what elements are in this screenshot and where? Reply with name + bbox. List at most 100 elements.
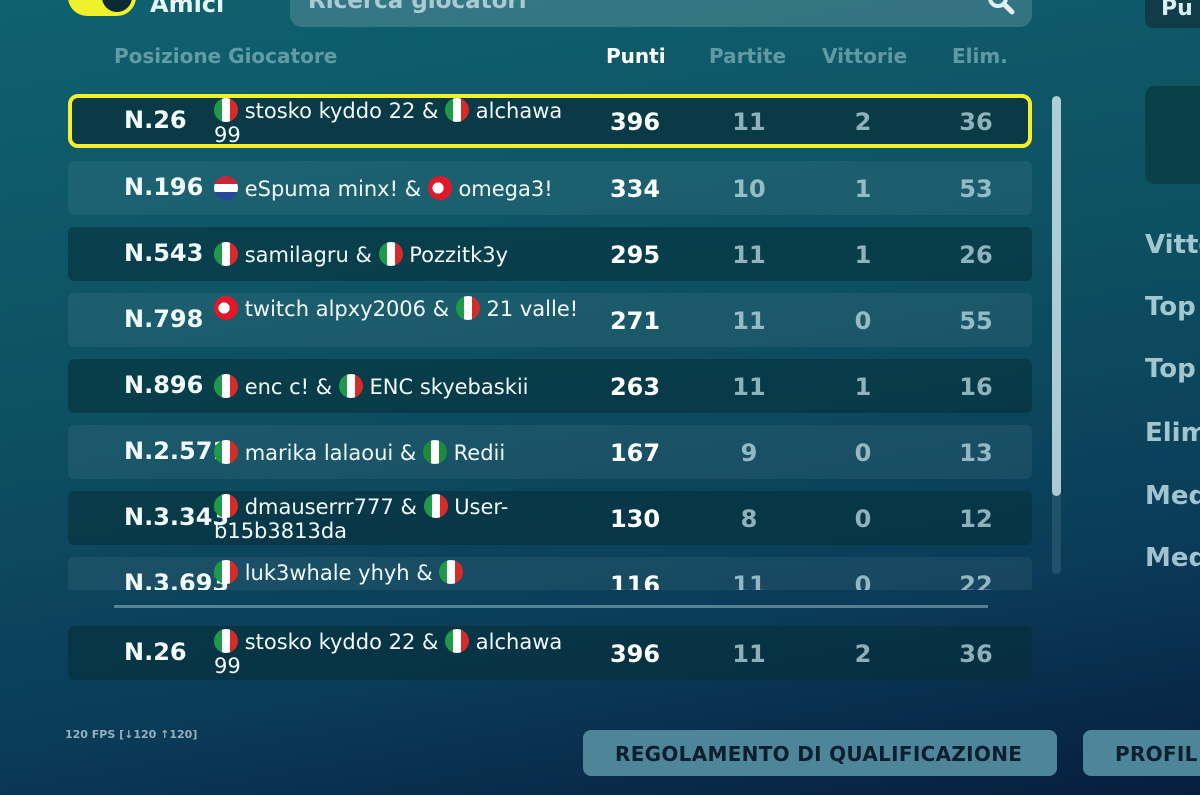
stat-label-avg: Med: [1145, 481, 1200, 511]
player-2-name[interactable]: omega3!: [458, 177, 552, 201]
row-points: 167: [609, 439, 661, 467]
row-players: stosko kyddo 22 & alchawa 99: [214, 98, 594, 147]
row-matches: 11: [732, 571, 766, 590]
italy-flag-icon: [445, 629, 470, 653]
leaderboard-row[interactable]: N.896 enc c! & ENC skyebaskii 263 11 1 1…: [68, 359, 1032, 413]
header-matches: Partite: [709, 44, 787, 68]
row-matches: 9: [740, 439, 758, 467]
row-rank: N.196: [124, 173, 204, 201]
turkey-flag-icon: [214, 296, 238, 320]
player-1-name[interactable]: samilagru: [245, 243, 349, 267]
row-rank: N.26: [124, 106, 187, 134]
row-elims: 55: [959, 307, 993, 335]
leaderboard-row-partial[interactable]: N.3.693 luk3whale yhyh & 116 11 0 22: [68, 557, 1032, 590]
search-icon[interactable]: [986, 0, 1016, 16]
netherlands-flag-icon: [214, 176, 238, 200]
row-elims: 12: [959, 505, 993, 533]
player-separator: &: [393, 441, 423, 465]
scrollbar-thumb[interactable]: [1052, 96, 1061, 496]
row-elims: 16: [959, 373, 993, 401]
italy-flag-icon: [439, 560, 464, 584]
player-2-name[interactable]: ENC skyebaskii: [370, 375, 529, 399]
player-1-name[interactable]: marika lalaoui: [245, 441, 394, 465]
italy-flag-icon: [338, 374, 363, 398]
stat-label-avg: Med: [1145, 543, 1200, 573]
player-2-name[interactable]: 21 valle!: [486, 297, 578, 321]
player-1-name[interactable]: eSpuma minx!: [245, 177, 398, 201]
row-rank: N.896: [124, 371, 204, 399]
row-players: stosko kyddo 22 & alchawa 99: [214, 629, 594, 678]
player-separator: &: [415, 630, 446, 654]
leaderboard-list[interactable]: N.26 stosko kyddo 22 & alchawa 99 396 11…: [68, 94, 1033, 590]
player-separator: &: [426, 297, 456, 321]
row-wins: 0: [854, 505, 872, 533]
toggle-knob: [102, 0, 132, 12]
row-points: 396: [609, 108, 661, 136]
player-1-name[interactable]: luk3whale yhyh: [245, 561, 410, 585]
row-wins: 0: [854, 439, 872, 467]
player-1-name[interactable]: stosko kyddo 22: [245, 630, 416, 654]
row-players: twitch alpxy2006 & 21 valle!: [214, 296, 594, 321]
qualification-rules-label: REGOLAMENTO DI QUALIFICAZIONE: [615, 742, 1023, 766]
italy-flag-icon: [214, 242, 238, 266]
leaderboard-row[interactable]: N.3.343 dmauserrr777 & User-b15b3813da 1…: [68, 491, 1032, 545]
row-matches: 11: [732, 108, 766, 136]
row-rank: N.798: [124, 305, 204, 333]
italy-flag-icon: [214, 98, 238, 122]
leaderboard-row[interactable]: N.543 samilagru & Pozzitk3y 295 11 1 26: [68, 227, 1032, 281]
row-matches: 10: [732, 175, 766, 203]
player-search-input[interactable]: Ricerca giocatori: [290, 0, 1032, 27]
leaderboard-row-selected[interactable]: N.26 stosko kyddo 22 & alchawa 99 396 11…: [68, 94, 1032, 148]
qualification-rules-button[interactable]: REGOLAMENTO DI QUALIFICAZIONE: [583, 730, 1057, 776]
header-eliminations: Elim.: [952, 44, 1008, 68]
row-players: enc c! & ENC skyebaskii: [214, 374, 594, 399]
row-players: luk3whale yhyh &: [214, 560, 594, 585]
profile-button[interactable]: PROFIL: [1083, 730, 1200, 776]
row-matches: 11: [732, 640, 766, 668]
row-matches: 11: [732, 373, 766, 401]
stat-label-elims: Elim: [1145, 418, 1200, 448]
player-1-name[interactable]: twitch alpxy2006: [245, 297, 426, 321]
nigeria-flag-icon: [422, 440, 447, 464]
player-1-name[interactable]: stosko kyddo 22: [245, 99, 416, 123]
leaderboard-scrollbar[interactable]: [1052, 96, 1061, 574]
header-position-player: Posizione Giocatore: [114, 44, 338, 68]
player-1-name[interactable]: dmauserrr777: [245, 495, 394, 519]
top-right-button[interactable]: Pu: [1145, 0, 1200, 28]
leaderboard-row[interactable]: N.196 eSpuma minx! & omega3! 334 10 1 53: [68, 161, 1032, 215]
row-wins: 1: [854, 241, 872, 269]
player-separator: &: [415, 99, 446, 123]
row-points: 263: [609, 373, 661, 401]
fps-counter: 120 FPS [↓120 ↑120]: [65, 728, 198, 741]
row-players: eSpuma minx! & omega3!: [214, 176, 594, 201]
friends-toggle[interactable]: [68, 0, 136, 16]
row-wins: 0: [854, 307, 872, 335]
row-elims: 22: [959, 571, 993, 590]
row-elims: 36: [959, 640, 993, 668]
italy-flag-icon: [214, 494, 238, 518]
row-wins: 1: [854, 175, 872, 203]
player-2-name[interactable]: Pozzitk3y: [409, 243, 508, 267]
italy-flag-icon: [214, 440, 238, 464]
row-elims: 53: [959, 175, 993, 203]
leaderboard-row[interactable]: N.798 twitch alpxy2006 & 21 valle! 271 1…: [68, 293, 1032, 347]
leaderboard-row[interactable]: N.2.571 marika lalaoui & Redii 167 9 0 1…: [68, 425, 1032, 479]
player-1-name[interactable]: enc c!: [245, 375, 309, 399]
row-points: 130: [609, 505, 661, 533]
row-wins: 0: [854, 571, 872, 590]
row-players: dmauserrr777 & User-b15b3813da: [214, 494, 594, 543]
italy-flag-icon: [445, 98, 470, 122]
italy-flag-icon: [378, 242, 403, 266]
own-rank-row[interactable]: N.26 stosko kyddo 22 & alchawa 99 396 11…: [68, 626, 1032, 680]
player-separator: &: [398, 177, 428, 201]
turkey-flag-icon: [427, 176, 452, 200]
row-wins: 2: [854, 108, 872, 136]
italy-flag-icon: [455, 296, 480, 320]
row-points: 396: [609, 640, 661, 668]
stat-label-top: Top: [1145, 354, 1196, 384]
row-points: 271: [609, 307, 661, 335]
row-elims: 13: [959, 439, 993, 467]
row-points: 116: [609, 571, 661, 590]
row-matches: 8: [740, 505, 758, 533]
player-2-name[interactable]: Redii: [454, 441, 506, 465]
